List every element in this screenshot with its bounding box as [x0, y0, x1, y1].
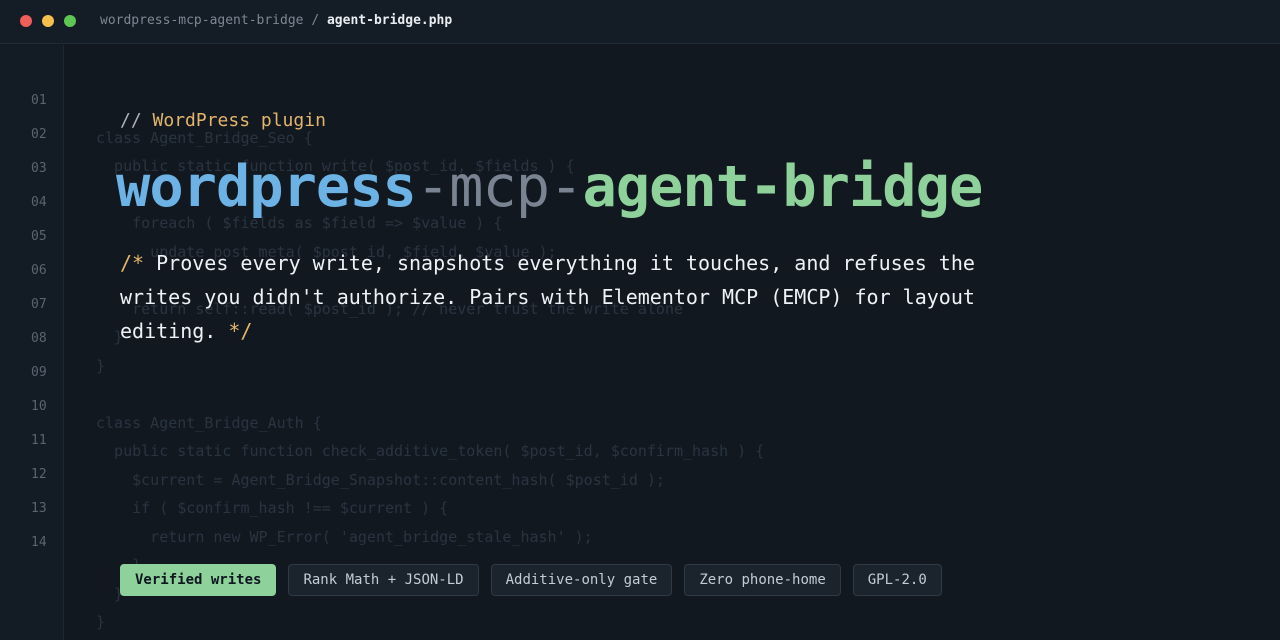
line-number: 01 — [31, 93, 47, 108]
title-part-wordpress: wordpress — [116, 154, 417, 220]
line-number: 13 — [31, 501, 47, 516]
badge-license: GPL-2.0 — [852, 564, 942, 596]
line-number: 03 — [31, 161, 47, 176]
close-window-button[interactable] — [20, 15, 32, 27]
page-title: wordpress-mcp-agent-bridge — [116, 152, 983, 222]
line-number: 06 — [31, 263, 47, 278]
code-line: class Agent_Bridge_Auth { — [96, 414, 322, 432]
badge-zero-phone-home: Zero phone-home — [684, 564, 841, 596]
line-number: 08 — [31, 331, 47, 346]
comment-close: */ — [216, 319, 253, 343]
code-line: } — [96, 357, 106, 375]
line-number: 12 — [31, 467, 47, 482]
description: /* Proves every write, snapshots everyth… — [120, 246, 1040, 348]
code-line: return new WP_Error( 'agent_bridge_stale… — [96, 528, 593, 546]
code-line: if ( $confirm_hash !== $current ) { — [96, 499, 449, 517]
code-line: class Agent_Bridge_Seo { — [96, 129, 313, 147]
line-number: 07 — [31, 297, 47, 312]
line-number: 11 — [31, 433, 47, 448]
maximize-window-button[interactable] — [64, 15, 76, 27]
title-part-mcp: -mcp- — [415, 154, 584, 220]
breadcrumb-file[interactable]: agent-bridge.php — [327, 13, 452, 28]
code-line: public static function check_additive_to… — [96, 442, 765, 460]
line-number-gutter: 01 02 03 04 05 06 07 08 09 10 11 12 13 1… — [0, 45, 64, 640]
breadcrumb-repo[interactable]: wordpress-mcp-agent-bridge — [100, 13, 304, 28]
line-number: 02 — [31, 127, 47, 142]
code-line: $current = Agent_Bridge_Snapshot::conten… — [96, 471, 665, 489]
comment-slashes: // — [120, 110, 153, 131]
breadcrumb: wordpress-mcp-agent-bridge / agent-bridg… — [100, 13, 452, 28]
badge-rank-math: Rank Math + JSON-LD — [288, 564, 479, 596]
comment-open: /* — [120, 251, 157, 275]
line-number: 09 — [31, 365, 47, 380]
code-line: } — [96, 613, 106, 631]
title-part-agent-bridge: agent-bridge — [582, 154, 983, 220]
comment-text: WordPress plugin — [152, 110, 326, 131]
line-number: 05 — [31, 229, 47, 244]
badge-verified-writes: Verified writes — [120, 564, 277, 596]
line-number: 10 — [31, 399, 47, 414]
line-number: 04 — [31, 195, 47, 210]
feature-badges: Verified writes Rank Math + JSON-LD Addi… — [120, 564, 942, 596]
minimize-window-button[interactable] — [42, 15, 54, 27]
line-number: 14 — [31, 535, 47, 550]
window-titlebar: wordpress-mcp-agent-bridge / agent-bridg… — [0, 0, 1280, 44]
badge-additive-only: Additive-only gate — [490, 564, 673, 596]
plugin-comment: // WordPress plugin — [120, 110, 326, 131]
breadcrumb-separator: / — [303, 13, 327, 28]
